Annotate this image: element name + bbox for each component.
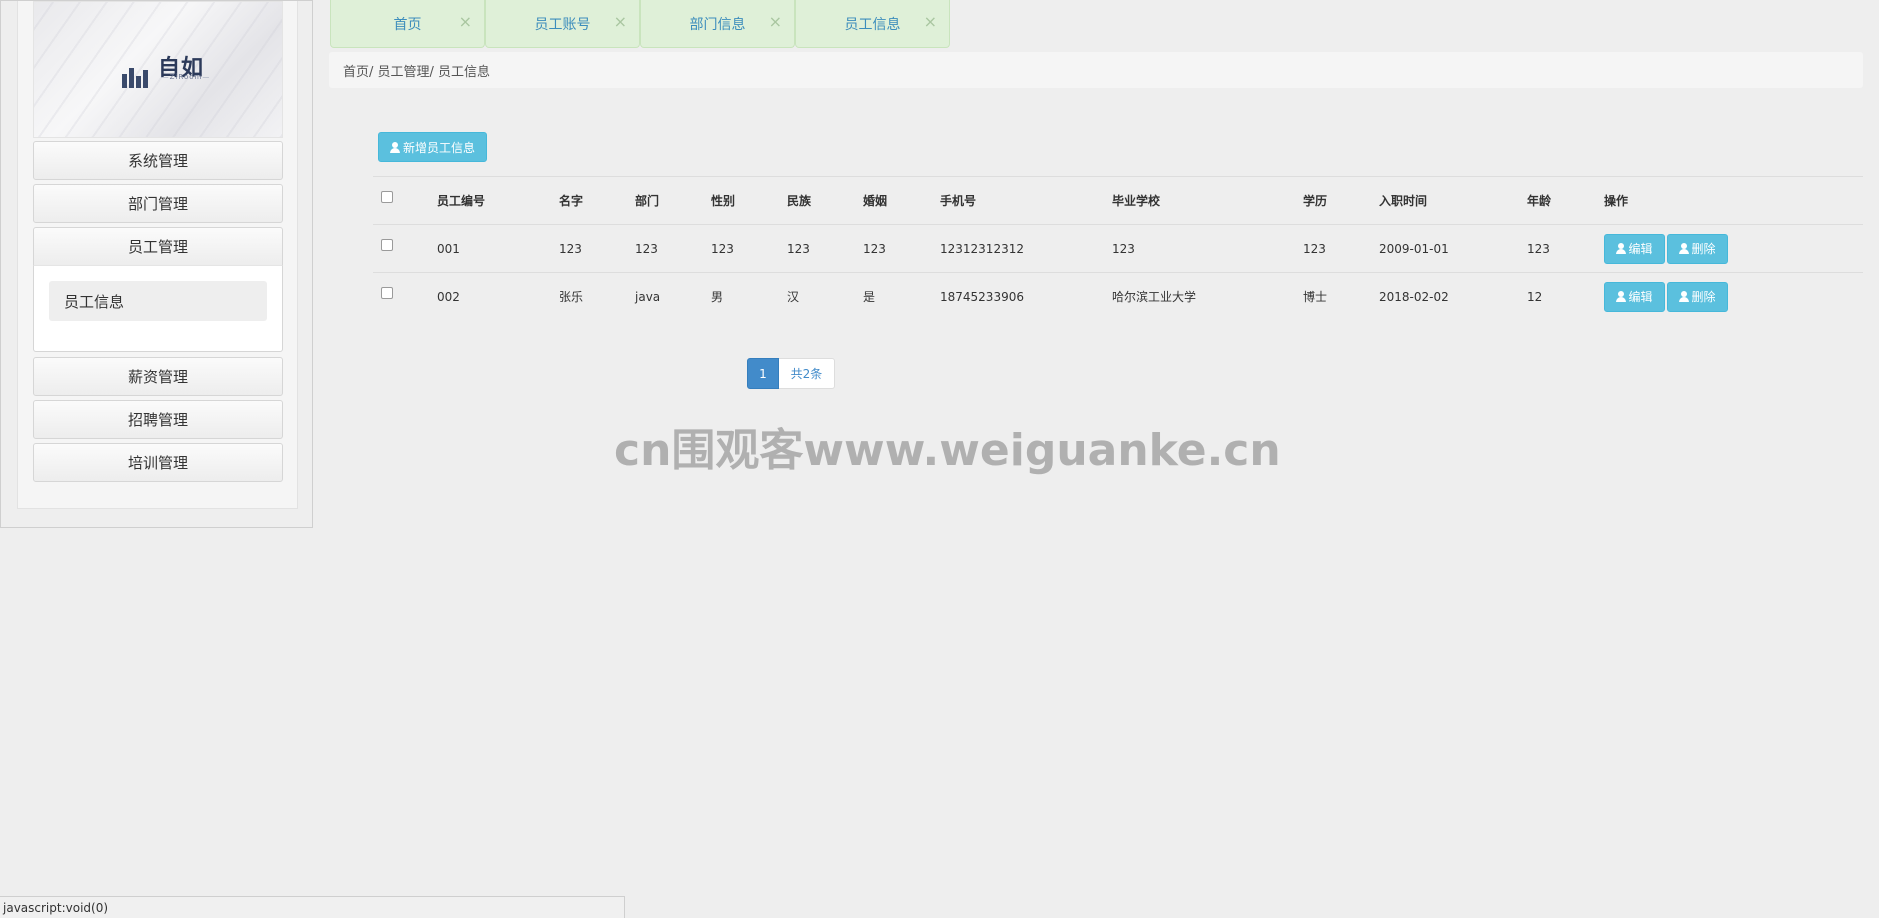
row-checkbox[interactable] <box>381 239 393 251</box>
close-icon[interactable]: × <box>459 14 472 30</box>
edit-label: 编辑 <box>1628 242 1653 256</box>
sidebar-item-training[interactable]: 培训管理 <box>33 443 283 482</box>
delete-button[interactable]: 删除 <box>1667 281 1728 312</box>
cell-gender: 男 <box>711 272 787 321</box>
col-header-name: 名字 <box>559 176 635 225</box>
tab-employee-info[interactable]: 员工信息 × <box>795 0 950 48</box>
cell-name: 123 <box>559 224 635 273</box>
col-header-actions: 操作 <box>1604 176 1863 225</box>
submenu-item-employee-info[interactable]: 员工信息 <box>49 281 267 321</box>
sidebar-item-recruit[interactable]: 招聘管理 <box>33 400 283 439</box>
sidebar-item-salary[interactable]: 薪资管理 <box>33 357 283 396</box>
cell-education: 123 <box>1303 224 1379 273</box>
close-icon[interactable]: × <box>924 14 937 30</box>
delete-button[interactable]: 删除 <box>1667 233 1728 264</box>
row-select-cell <box>373 224 437 273</box>
employee-submenu: 员工信息 <box>33 265 283 352</box>
col-header-phone: 手机号 <box>940 176 1112 225</box>
cell-phone: 18745233906 <box>940 272 1112 321</box>
sidebar-item-system[interactable]: 系统管理 <box>33 141 283 180</box>
col-header-education: 学历 <box>1303 176 1379 225</box>
tab-employee-account[interactable]: 员工账号 × <box>485 0 640 48</box>
edit-label: 编辑 <box>1628 290 1653 305</box>
col-header-id: 员工编号 <box>437 176 559 225</box>
delete-label: 删除 <box>1691 290 1716 305</box>
col-header-ethnic: 民族 <box>787 176 863 225</box>
col-header-gender: 性别 <box>711 176 787 225</box>
tab-label: 部门信息 <box>689 16 746 33</box>
cell-gender: 123 <box>711 224 787 273</box>
tab-label: 员工账号 <box>534 16 591 33</box>
sidebar-item-department[interactable]: 部门管理 <box>33 184 283 223</box>
cell-marriage: 123 <box>863 224 940 273</box>
user-icon <box>1616 291 1627 303</box>
user-icon <box>389 141 400 153</box>
table-row: 002 张乐 java 男 汉 是 18745233906 哈尔滨工业大学 博士… <box>373 272 1863 321</box>
watermark-text: cn围观客www.weiguanke.cn <box>614 425 1281 476</box>
table-row: 001 123 123 123 123 123 12312312312 123 … <box>373 224 1863 273</box>
page-total-count: 共2条 <box>779 358 835 389</box>
user-icon <box>1679 243 1690 254</box>
tab-label: 首页 <box>393 16 422 33</box>
cell-actions: 编辑 删除 <box>1604 224 1863 273</box>
tab-department-info[interactable]: 部门信息 × <box>640 0 795 48</box>
close-icon[interactable]: × <box>769 14 782 30</box>
cell-ethnic: 123 <box>787 224 863 273</box>
user-icon <box>1679 291 1690 303</box>
app-root: 自如 ZiRoom 系统管理 部门管理 员工管理 员工信息 薪资管理 招聘管理 … <box>0 0 1879 918</box>
sidebar-menu: 系统管理 部门管理 员工管理 员工信息 薪资管理 招聘管理 培训管理 <box>33 141 283 486</box>
row-checkbox[interactable] <box>381 287 393 300</box>
cell-school: 123 <box>1112 224 1303 273</box>
employee-table: 员工编号 名字 部门 性别 民族 婚姻 手机号 毕业学校 学历 入职时间 年龄 … <box>373 176 1863 321</box>
select-all-cell <box>373 176 437 225</box>
col-header-hire-date: 入职时间 <box>1379 176 1527 225</box>
tab-label: 员工信息 <box>844 16 901 33</box>
close-icon[interactable]: × <box>614 14 627 30</box>
table-header-row: 员工编号 名字 部门 性别 民族 婚姻 手机号 毕业学校 学历 入职时间 年龄 … <box>373 176 1863 225</box>
breadcrumb: 首页/ 员工管理/ 员工信息 <box>329 52 1863 88</box>
tab-bar: 首页 × 员工账号 × 部门信息 × 员工信息 × <box>330 0 950 48</box>
col-header-dept: 部门 <box>635 176 711 225</box>
col-header-age: 年龄 <box>1527 176 1604 225</box>
add-employee-button[interactable]: 新增员工信息 <box>378 132 487 162</box>
tab-home[interactable]: 首页 × <box>330 0 485 48</box>
add-employee-label: 新增员工信息 <box>402 140 475 155</box>
edit-button[interactable]: 编辑 <box>1604 281 1665 312</box>
cell-marriage: 是 <box>863 272 940 321</box>
cell-actions: 编辑 删除 <box>1604 272 1863 321</box>
sidebar: 自如 ZiRoom 系统管理 部门管理 员工管理 员工信息 薪资管理 招聘管理 … <box>17 1 298 509</box>
delete-label: 删除 <box>1691 242 1716 256</box>
cell-hire-date: 2018-02-02 <box>1379 272 1527 321</box>
cell-education: 博士 <box>1303 272 1379 321</box>
select-all-checkbox[interactable] <box>381 191 393 203</box>
browser-status-bar: javascript:void(0) <box>0 896 625 918</box>
logo: 自如 ZiRoom <box>33 1 283 138</box>
sidebar-item-employee[interactable]: 员工管理 <box>33 227 283 266</box>
cell-name: 张乐 <box>559 272 635 321</box>
cell-dept: 123 <box>635 224 711 273</box>
cell-hire-date: 2009-01-01 <box>1379 224 1527 273</box>
cell-ethnic: 汉 <box>787 272 863 321</box>
cell-phone: 12312312312 <box>940 224 1112 273</box>
cell-age: 123 <box>1527 224 1604 273</box>
cell-school: 哈尔滨工业大学 <box>1112 272 1303 321</box>
col-header-marriage: 婚姻 <box>863 176 940 225</box>
logo-subtext: ZiRoom <box>156 73 216 81</box>
pagination: 1 共2条 <box>747 358 835 389</box>
user-icon <box>1616 243 1627 254</box>
cell-id: 001 <box>437 224 559 273</box>
row-select-cell <box>373 272 437 321</box>
cell-age: 12 <box>1527 272 1604 321</box>
cell-id: 002 <box>437 272 559 321</box>
sidebar-frame: 自如 ZiRoom 系统管理 部门管理 员工管理 员工信息 薪资管理 招聘管理 … <box>0 0 313 528</box>
col-header-school: 毕业学校 <box>1112 176 1303 225</box>
edit-button[interactable]: 编辑 <box>1604 233 1665 264</box>
page-button-current[interactable]: 1 <box>747 358 779 389</box>
cell-dept: java <box>635 272 711 321</box>
